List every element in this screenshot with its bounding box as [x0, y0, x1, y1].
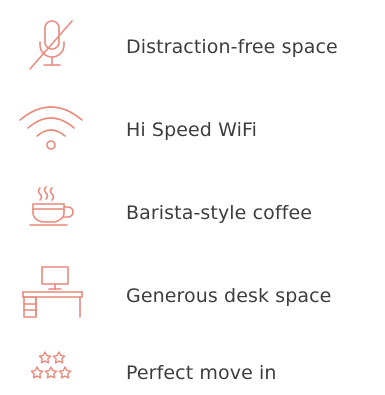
feature-label: Hi Speed WiFi — [126, 119, 257, 141]
desk-icon — [18, 266, 90, 326]
stars-icon — [18, 349, 90, 393]
feature-label: Perfect move in — [126, 362, 277, 384]
feature-item-coffee: Barista-style coffee — [0, 183, 385, 243]
feature-label: Barista-style coffee — [126, 202, 313, 224]
feature-label: Generous desk space — [126, 285, 332, 307]
feature-label: Distraction-free space — [126, 36, 338, 58]
feature-item-desk: Generous desk space — [0, 266, 385, 326]
feature-item-wifi: Hi Speed WiFi — [0, 100, 385, 160]
feature-item-move-in: Perfect move in — [0, 349, 385, 393]
coffee-cup-icon — [18, 183, 90, 243]
feature-list: Distraction-free space Hi Speed WiFi Bar… — [0, 0, 385, 393]
microphone-muted-icon — [18, 17, 90, 77]
feature-item-distraction-free: Distraction-free space — [0, 17, 385, 77]
wifi-icon — [18, 100, 90, 160]
